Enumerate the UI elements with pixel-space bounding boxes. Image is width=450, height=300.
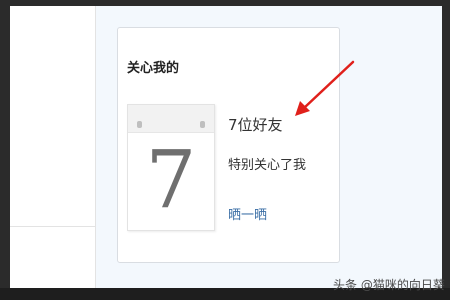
watermark: 头条 @猫咪的向日葵 (333, 278, 445, 292)
arrow-shaft (302, 60, 355, 110)
red-arrow-icon (295, 60, 355, 116)
